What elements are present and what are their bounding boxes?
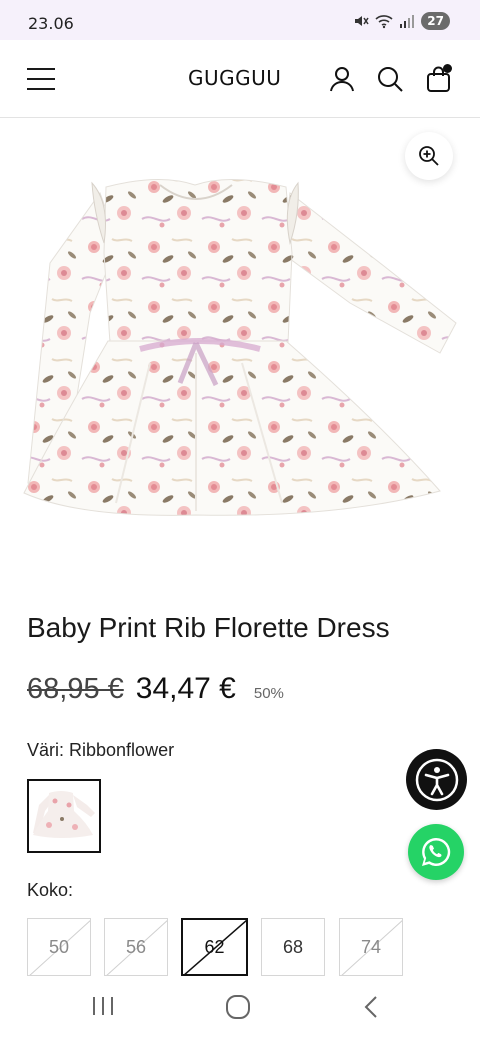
menu-icon (27, 68, 55, 70)
status-icons: 27 (353, 12, 450, 30)
battery-indicator: 27 (421, 12, 450, 30)
account-button[interactable] (327, 64, 357, 94)
account-icon (330, 67, 354, 92)
price-row: 68,95 € 34,47 € 50% (27, 672, 284, 706)
swatch-thumbnail (29, 781, 99, 851)
product-image (23, 179, 457, 516)
color-label: Väri: Ribbonflower (27, 740, 175, 760)
signal-icon (400, 15, 415, 28)
home-button[interactable] (225, 994, 251, 1024)
back-button[interactable] (360, 994, 384, 1024)
brand-logo[interactable]: GUGGUU (188, 64, 292, 97)
size-option-label: 74 (360, 936, 382, 957)
whatsapp-chat-button[interactable] (408, 824, 464, 880)
cart-button[interactable] (424, 64, 454, 94)
size-option-68[interactable]: 68 (261, 918, 325, 976)
cart-badge (443, 64, 452, 73)
original-price: 68,95 € (27, 673, 124, 705)
wifi-icon (375, 15, 393, 29)
zoom-in-icon (419, 146, 439, 166)
size-option-label: 68 (282, 936, 304, 957)
size-option-62[interactable]: 62 (181, 918, 248, 976)
recent-apps-icon (93, 997, 113, 1015)
accessibility-icon (415, 758, 458, 801)
status-bar: 23.06 27 (0, 0, 480, 40)
sale-price: 34,47 € (135, 672, 236, 705)
search-button[interactable] (375, 64, 405, 94)
logo-text: GUGGUU (188, 66, 281, 90)
home-icon (226, 995, 250, 1019)
recent-apps-button[interactable] (90, 994, 116, 1022)
site-header: GUGGUU (0, 40, 480, 118)
product-title: Baby Print Rib Florette Dress (27, 612, 390, 643)
size-option-label: 56 (125, 936, 147, 957)
menu-icon-bar (27, 88, 55, 90)
accessibility-button[interactable] (406, 749, 467, 810)
status-time: 23.06 (28, 14, 74, 33)
discount-badge: 50% (253, 685, 284, 702)
color-swatch-ribbonflower[interactable] (27, 779, 101, 853)
search-icon (378, 67, 403, 92)
mute-icon (355, 16, 369, 26)
whatsapp-icon (422, 837, 451, 866)
size-option-74[interactable]: 74 (339, 918, 403, 976)
size-option-label: 50 (48, 936, 70, 957)
size-label: Koko: (27, 880, 74, 900)
size-option-label: 62 (204, 936, 225, 957)
size-option-56[interactable]: 56 (104, 918, 168, 976)
menu-button[interactable] (27, 68, 57, 90)
size-selector: 50 56 62 68 74 (27, 918, 427, 976)
back-icon (364, 996, 377, 1018)
product-gallery[interactable] (0, 118, 480, 588)
size-option-50[interactable]: 50 (27, 918, 91, 976)
system-nav-bar (0, 978, 480, 1040)
menu-icon-bar (27, 78, 55, 80)
logo-mark: GUGGUU (188, 66, 281, 90)
